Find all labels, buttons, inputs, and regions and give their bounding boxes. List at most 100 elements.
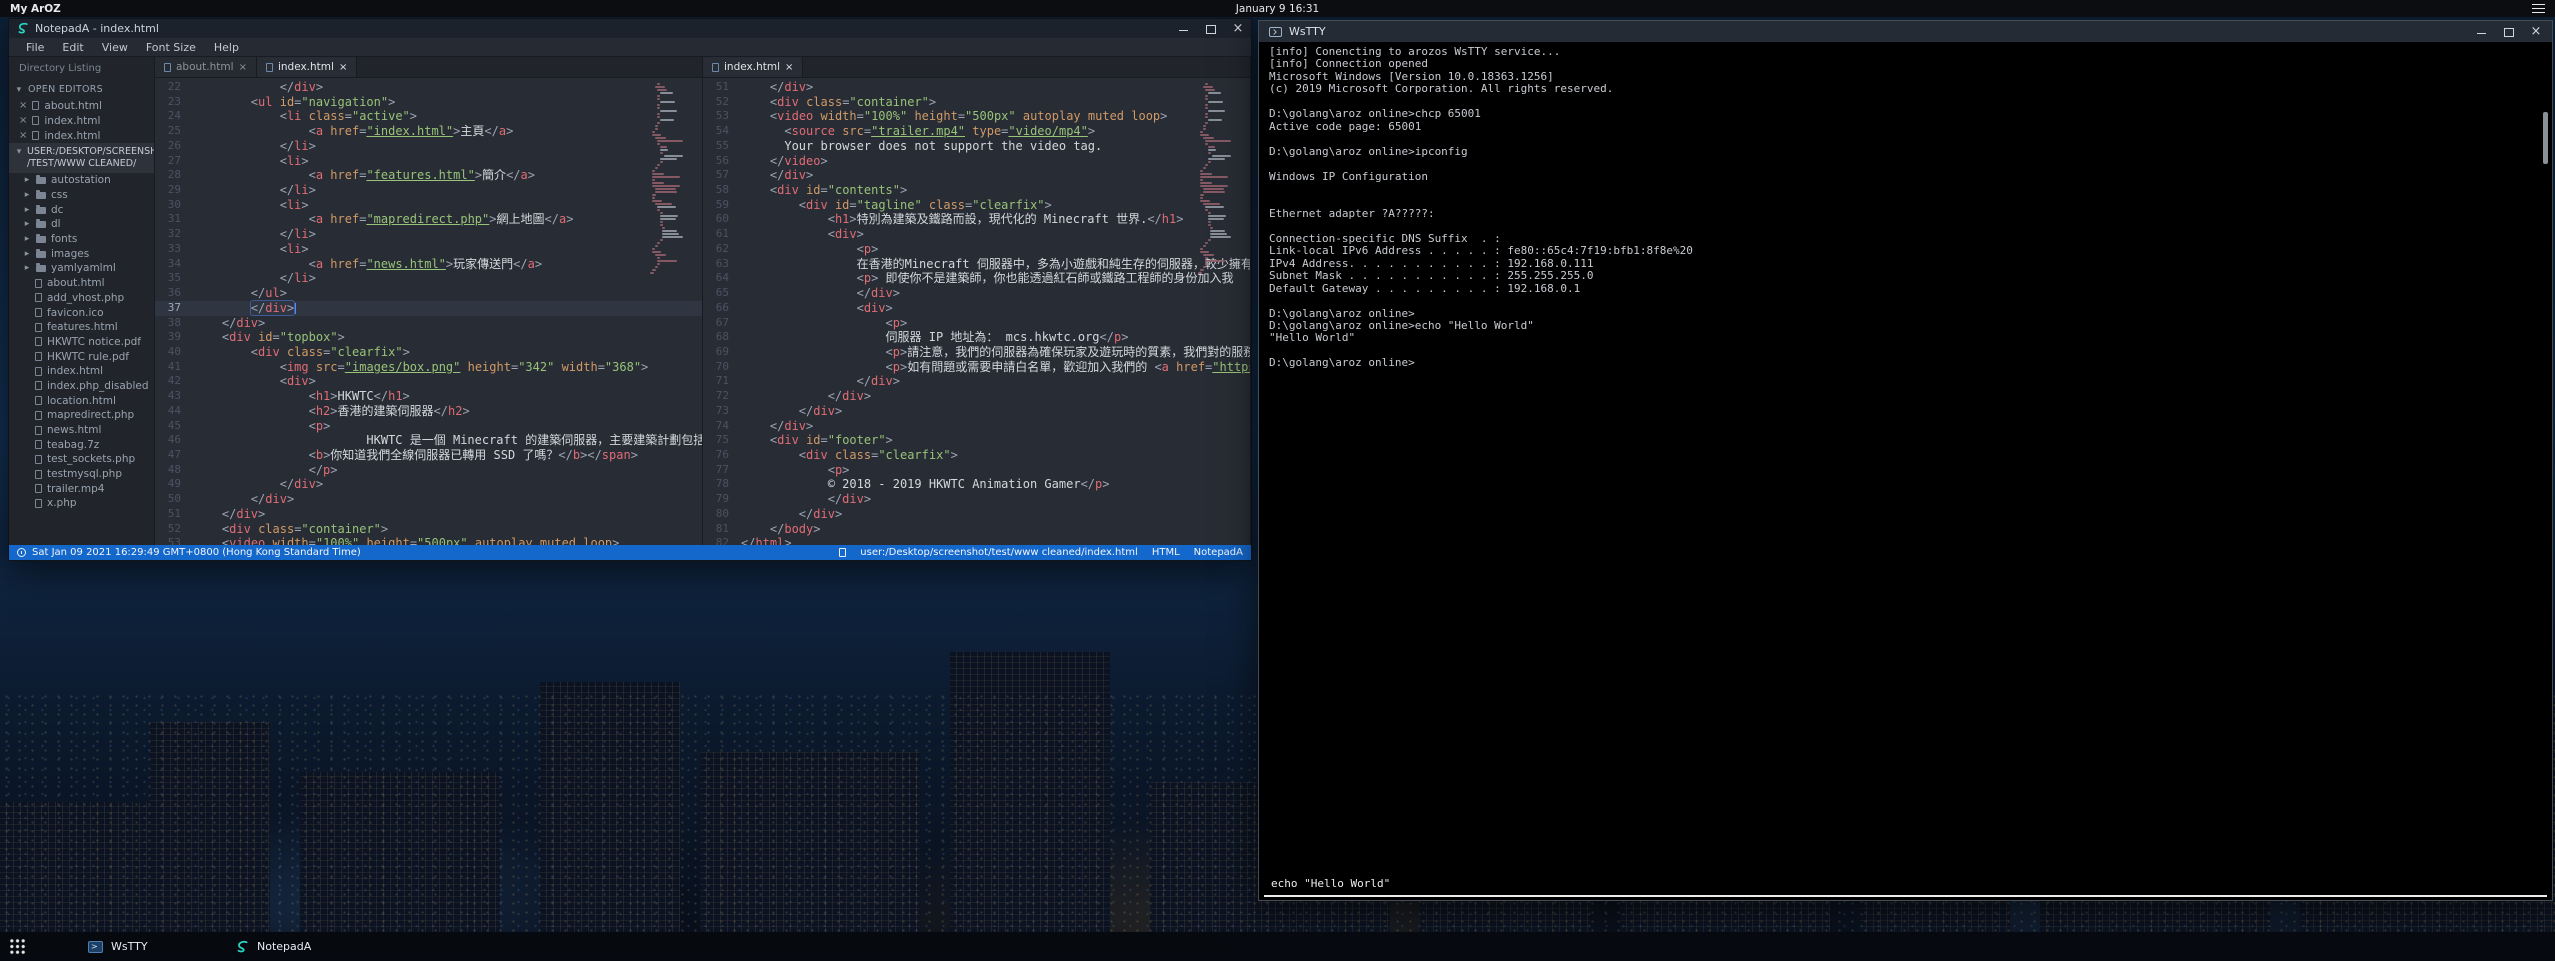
code-line[interactable]: 50 </div>: [155, 492, 702, 507]
code-line[interactable]: 79 </div>: [703, 492, 1250, 507]
minimize-button[interactable]: [1178, 23, 1190, 35]
menu-file[interactable]: File: [17, 39, 53, 56]
code-line[interactable]: 47 <b>你知道我們全線伺服器已轉用 SSD 了嗎？</b></span>: [155, 448, 702, 463]
code-line[interactable]: 76 <div class="clearfix">: [703, 448, 1250, 463]
close-icon[interactable]: ×: [19, 130, 27, 141]
minimap-1[interactable]: [650, 83, 692, 274]
code-line[interactable]: 68 伺服器 IP 地址為： mcs.hkwtc.org</p>: [703, 330, 1250, 345]
code-line[interactable]: 35 </li>: [155, 271, 702, 286]
code-line[interactable]: 74 </div>: [703, 419, 1250, 434]
code-line[interactable]: 64 <p> 即使你不是建築師，你也能透過紅石師或鐵路工程師的身份加入我: [703, 271, 1250, 286]
code-line[interactable]: 78 © 2018 - 2019 HKWTC Animation Gamer</…: [703, 477, 1250, 492]
tree-folder[interactable]: ▸fonts: [9, 232, 154, 247]
code-line[interactable]: 44 <h2>香港的建築伺服器</h2>: [155, 404, 702, 419]
maximize-button[interactable]: [2503, 26, 2515, 38]
close-icon[interactable]: ×: [339, 62, 347, 73]
code-line[interactable]: 51 </div>: [155, 507, 702, 522]
code-line[interactable]: 56 </video>: [703, 154, 1250, 169]
menu-help[interactable]: Help: [205, 39, 248, 56]
tree-file[interactable]: index.html: [9, 364, 154, 379]
code-line[interactable]: 52 <div class="container">: [703, 95, 1250, 110]
code-line[interactable]: 59 <div id="tagline" class="clearfix">: [703, 198, 1250, 213]
code-editor-1[interactable]: 22 </div>23 <ul id="navigation">24 <li c…: [155, 78, 702, 545]
tree-folder[interactable]: ▸dc: [9, 202, 154, 217]
start-button[interactable]: [9, 938, 26, 955]
code-line[interactable]: 46 HKWTC 是一個 Minecraft 的建築伺服器，主要建築計劃包括鐵路: [155, 433, 702, 448]
code-line[interactable]: 72 </div>: [703, 389, 1250, 404]
close-button[interactable]: ×: [2530, 26, 2542, 38]
code-line[interactable]: 27 <li>: [155, 154, 702, 169]
tree-file[interactable]: favicon.ico: [9, 305, 154, 320]
terminal-scrollbar[interactable]: [2543, 44, 2550, 870]
code-line[interactable]: 39 <div id="topbox">: [155, 330, 702, 345]
tab-index.html[interactable]: index.html×: [257, 57, 357, 77]
code-line[interactable]: 67 <p>: [703, 316, 1250, 331]
code-line[interactable]: 48 </p>: [155, 463, 702, 478]
close-icon[interactable]: ×: [785, 62, 793, 73]
minimize-button[interactable]: [2476, 26, 2488, 38]
tree-folder[interactable]: ▸dl: [9, 217, 154, 232]
code-editor-2[interactable]: 51 </div>52 <div class="container">53 <v…: [703, 78, 1250, 545]
code-line[interactable]: 28 <a href="features.html">簡介</a>: [155, 168, 702, 183]
code-line[interactable]: 55 Your browser does not support the vid…: [703, 139, 1250, 154]
code-line[interactable]: 36 </ul>: [155, 286, 702, 301]
tree-file[interactable]: index.php_disabled: [9, 379, 154, 394]
tree-file[interactable]: testmysql.php: [9, 467, 154, 482]
terminal-output[interactable]: [info] Conencting to arozos WsTTY servic…: [1259, 42, 2552, 872]
wstty-titlebar[interactable]: WsTTY ×: [1259, 21, 2552, 42]
code-line[interactable]: 26 </li>: [155, 139, 702, 154]
tab-about.html[interactable]: about.html×: [155, 57, 257, 77]
tree-file[interactable]: add_vhost.php: [9, 291, 154, 306]
code-line[interactable]: 58 <div id="contents">: [703, 183, 1250, 198]
code-line[interactable]: 23 <ul id="navigation">: [155, 95, 702, 110]
code-line[interactable]: 73 </div>: [703, 404, 1250, 419]
code-line[interactable]: 62 <p>: [703, 242, 1250, 257]
code-line[interactable]: 33 <li>: [155, 242, 702, 257]
close-icon[interactable]: ×: [19, 115, 27, 126]
code-line[interactable]: 49 </div>: [155, 477, 702, 492]
code-line[interactable]: 34 <a href="news.html">玩家傳送門</a>: [155, 257, 702, 272]
code-line[interactable]: 24 <li class="active">: [155, 109, 702, 124]
tree-folder[interactable]: ▸images: [9, 246, 154, 261]
tree-file[interactable]: teabag.7z: [9, 437, 154, 452]
code-line[interactable]: 61 <div>: [703, 227, 1250, 242]
code-line[interactable]: 70 <p>如有問題或需要申請白名單，歡迎加入我們的 <a href="http…: [703, 360, 1250, 375]
menu-font-size[interactable]: Font Size: [137, 39, 205, 56]
tree-root-folder[interactable]: ▾ USER:/DESKTOP/SCREENSHOT /TEST/WWW CLE…: [9, 143, 154, 173]
code-line[interactable]: 53 <video width="100%" height="500px" au…: [155, 536, 702, 545]
tree-folder[interactable]: ▸yamlyamlml: [9, 261, 154, 276]
code-line[interactable]: 63 在香港的Minecraft 伺服器中，多為小遊戲和純生存的伺服器，較少擁有: [703, 257, 1250, 272]
tree-file[interactable]: location.html: [9, 393, 154, 408]
tab-index.html[interactable]: index.html×: [703, 57, 803, 77]
code-line[interactable]: 22 </div>: [155, 80, 702, 95]
menu-view[interactable]: View: [93, 39, 137, 56]
code-line[interactable]: 60 <h1>特別為建築及鐵路而設，現代化的 Minecraft 世界.</h1…: [703, 212, 1250, 227]
taskbar-item-wstty[interactable]: WsTTY: [78, 932, 158, 961]
code-line[interactable]: 75 <div id="footer">: [703, 433, 1250, 448]
code-line[interactable]: 52 <div class="container">: [155, 522, 702, 537]
tree-folder[interactable]: ▸autostation: [9, 173, 154, 188]
code-line[interactable]: 29 </li>: [155, 183, 702, 198]
code-line[interactable]: 31 <a href="mapredirect.php">網上地圖</a>: [155, 212, 702, 227]
code-line[interactable]: 69 <p>請注意，我們的伺服器為確保玩家及遊玩時的質素，我們對的服務開放: [703, 345, 1250, 360]
open-editor-item[interactable]: ×index.html: [9, 128, 154, 143]
open-editor-item[interactable]: ×index.html: [9, 113, 154, 128]
code-line[interactable]: 53 <video width="100%" height="500px" au…: [703, 109, 1250, 124]
code-line[interactable]: 30 <li>: [155, 198, 702, 213]
statusbar-language[interactable]: HTML: [1152, 547, 1180, 558]
code-line[interactable]: 81 </body>: [703, 522, 1250, 537]
close-icon[interactable]: ×: [239, 62, 247, 73]
notepada-titlebar[interactable]: NotepadA - index.html ×: [9, 19, 1251, 38]
code-line[interactable]: 77 <p>: [703, 463, 1250, 478]
minimap-2[interactable]: [1198, 83, 1240, 274]
code-line[interactable]: 51 </div>: [703, 80, 1250, 95]
tree-file[interactable]: trailer.mp4: [9, 481, 154, 496]
tree-file[interactable]: HKWTC rule.pdf: [9, 349, 154, 364]
code-line[interactable]: 32 </li>: [155, 227, 702, 242]
code-line[interactable]: 41 <img src="images/box.png" height="342…: [155, 360, 702, 375]
tree-file[interactable]: x.php: [9, 496, 154, 511]
code-line[interactable]: 42 <div>: [155, 374, 702, 389]
code-line[interactable]: 37 </div>: [155, 301, 702, 316]
close-button[interactable]: ×: [1232, 23, 1244, 35]
code-line[interactable]: 65 </div>: [703, 286, 1250, 301]
